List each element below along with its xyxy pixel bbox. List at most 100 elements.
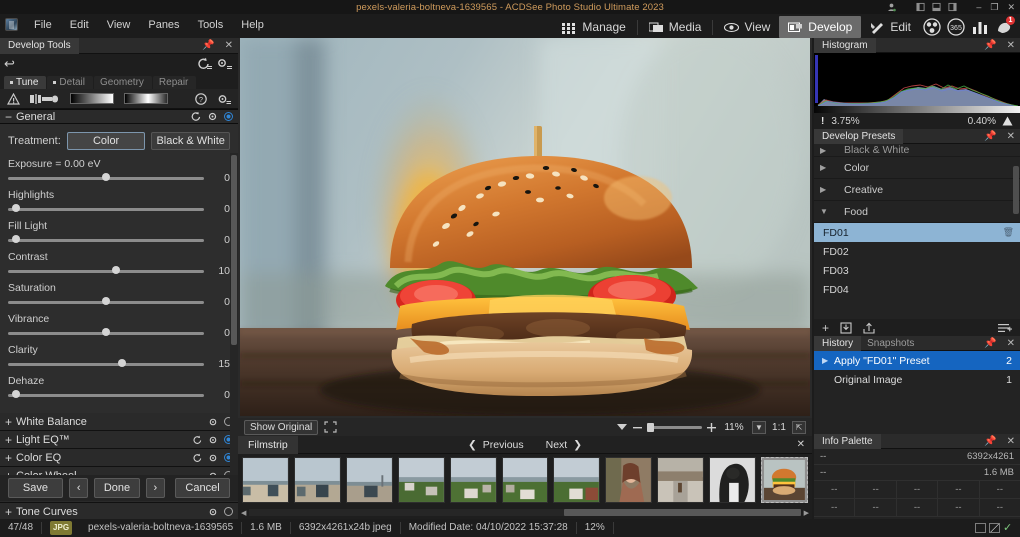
slider-vibrance-track[interactable] (8, 332, 204, 335)
settings-icon[interactable] (217, 93, 231, 105)
gear-icon[interactable] (208, 435, 218, 445)
tab-repair[interactable]: Repair (153, 76, 196, 89)
zoom-dropdown-button[interactable]: ▼ (752, 421, 766, 434)
365-icon[interactable]: 365 (946, 17, 966, 37)
pin-icon[interactable]: 📌 (979, 338, 1001, 349)
slider-highlights-track[interactable] (8, 208, 204, 211)
account-icon[interactable] (887, 2, 896, 12)
mode-manage[interactable]: Manage (553, 16, 634, 38)
clipping-warning-icon[interactable] (7, 93, 20, 105)
close-icon[interactable]: ✕ (220, 40, 238, 51)
left-panel-scroll-thumb[interactable] (231, 155, 237, 345)
one-to-one-label[interactable]: 1:1 (771, 422, 787, 433)
previous-button[interactable]: ‹ (69, 478, 89, 498)
preset-item-fd02[interactable]: FD02 (814, 242, 1020, 261)
expand-icon[interactable]: + (5, 415, 16, 429)
list-options-icon[interactable] (998, 322, 1012, 334)
filmstrip-tab[interactable]: Filmstrip (238, 436, 298, 454)
next-button[interactable]: › (146, 478, 166, 498)
zoom-slider-knob[interactable] (647, 423, 654, 432)
zoom-out-icon[interactable] (633, 423, 642, 432)
check-icon[interactable]: ✓ (1003, 523, 1014, 533)
slider-contrast-track[interactable] (8, 270, 204, 273)
people-icon[interactable] (922, 17, 942, 37)
previous-label[interactable]: Previous (483, 439, 524, 451)
mode-edit[interactable]: Edit (861, 16, 920, 38)
save-button[interactable]: Save (8, 478, 63, 498)
gear-icon[interactable] (208, 507, 218, 517)
brush-tool-icon[interactable] (30, 93, 60, 105)
pin-icon[interactable]: 📌 (979, 40, 1001, 51)
filmstrip-scrollbar[interactable]: ◀ ▶ (238, 508, 812, 517)
scroll-right-icon[interactable]: ▶ (804, 509, 809, 517)
collapse-icon[interactable]: − (5, 110, 16, 124)
gear-icon[interactable] (208, 417, 218, 427)
gradient-swatch-2[interactable] (124, 93, 168, 104)
notifications-icon[interactable]: 1 (994, 17, 1014, 37)
chevron-down-icon[interactable] (616, 422, 628, 432)
history-row-apply-preset[interactable]: ▶ Apply "FD01" Preset 2 (814, 351, 1020, 370)
pin-icon[interactable]: 📌 (979, 436, 1001, 447)
next-label[interactable]: Next (546, 439, 568, 451)
mode-media[interactable]: Media (640, 16, 711, 38)
list-item[interactable] (502, 457, 549, 503)
slider-highlights-knob[interactable] (12, 204, 20, 212)
list-item[interactable] (398, 457, 445, 503)
list-item[interactable] (346, 457, 393, 503)
image-canvas[interactable] (240, 38, 810, 416)
enable-toggle-icon[interactable] (224, 507, 233, 516)
close-button[interactable]: ✕ (1006, 3, 1016, 12)
menu-tools[interactable]: Tools (189, 16, 233, 34)
slider-contrast-knob[interactable] (112, 266, 120, 274)
close-icon[interactable]: ✕ (1002, 436, 1020, 447)
list-item[interactable] (605, 457, 652, 503)
slider-fill-light-knob[interactable] (12, 235, 20, 243)
history-row-original[interactable]: Original Image 1 (814, 370, 1020, 389)
list-item[interactable] (553, 457, 600, 503)
menu-edit[interactable]: Edit (61, 16, 98, 34)
close-icon[interactable]: ✕ (1002, 40, 1020, 51)
treatment-color-button[interactable]: Color (67, 132, 146, 150)
done-button[interactable]: Done (94, 478, 139, 498)
preset-group-creative[interactable]: ▶ Creative (814, 179, 1020, 201)
list-item[interactable] (450, 457, 497, 503)
shadow-clip-icon[interactable]: ! (821, 116, 824, 127)
mode-develop[interactable]: Develop (779, 16, 861, 38)
preset-group-bw[interactable]: ▶ Black & White (814, 144, 1020, 157)
import-icon[interactable] (840, 322, 852, 334)
filmstrip-scroll-track[interactable] (249, 509, 800, 516)
list-item[interactable] (294, 457, 341, 503)
panel-right-icon[interactable] (948, 2, 957, 12)
slider-saturation-knob[interactable] (102, 297, 110, 305)
tab-detail[interactable]: Detail (47, 76, 93, 89)
left-panel-scrollbar[interactable] (230, 153, 238, 475)
undo-icon[interactable]: ↩ (4, 56, 15, 72)
reset-icon[interactable] (190, 111, 201, 122)
delete-icon[interactable]: 🗑 (1003, 227, 1014, 238)
slider-saturation-track[interactable] (8, 301, 204, 304)
menu-view[interactable]: View (98, 16, 140, 34)
slider-dehaze-knob[interactable] (12, 390, 20, 398)
slider-exposure-track[interactable] (8, 177, 204, 180)
preset-group-color[interactable]: ▶ Color (814, 157, 1020, 179)
snapshots-tab[interactable]: Snapshots (861, 336, 920, 351)
section-general-header[interactable]: − General (0, 109, 238, 124)
slider-clarity-track[interactable] (8, 363, 204, 366)
help-icon[interactable]: ? (195, 93, 207, 105)
highlight-clip-icon[interactable] (1002, 116, 1013, 126)
gear-icon[interactable] (207, 111, 218, 122)
panel-left-icon[interactable] (916, 2, 925, 12)
slider-vibrance-knob[interactable] (102, 328, 110, 336)
slider-exposure-knob[interactable] (102, 173, 110, 181)
pin-icon[interactable]: 📌 (979, 131, 1001, 142)
restore-button[interactable]: ❐ (989, 3, 999, 12)
gear-icon[interactable] (208, 453, 218, 463)
view-mode-single-icon[interactable] (975, 523, 986, 533)
slider-clarity-knob[interactable] (118, 359, 126, 367)
minimize-button[interactable]: – (975, 3, 982, 12)
gradient-swatch-1[interactable] (70, 93, 114, 104)
filmstrip-close-icon[interactable]: ✕ (797, 439, 812, 450)
show-original-button[interactable]: Show Original (244, 420, 318, 435)
chevron-right-icon[interactable]: ▶ (820, 163, 834, 172)
expand-icon[interactable]: + (5, 505, 16, 519)
